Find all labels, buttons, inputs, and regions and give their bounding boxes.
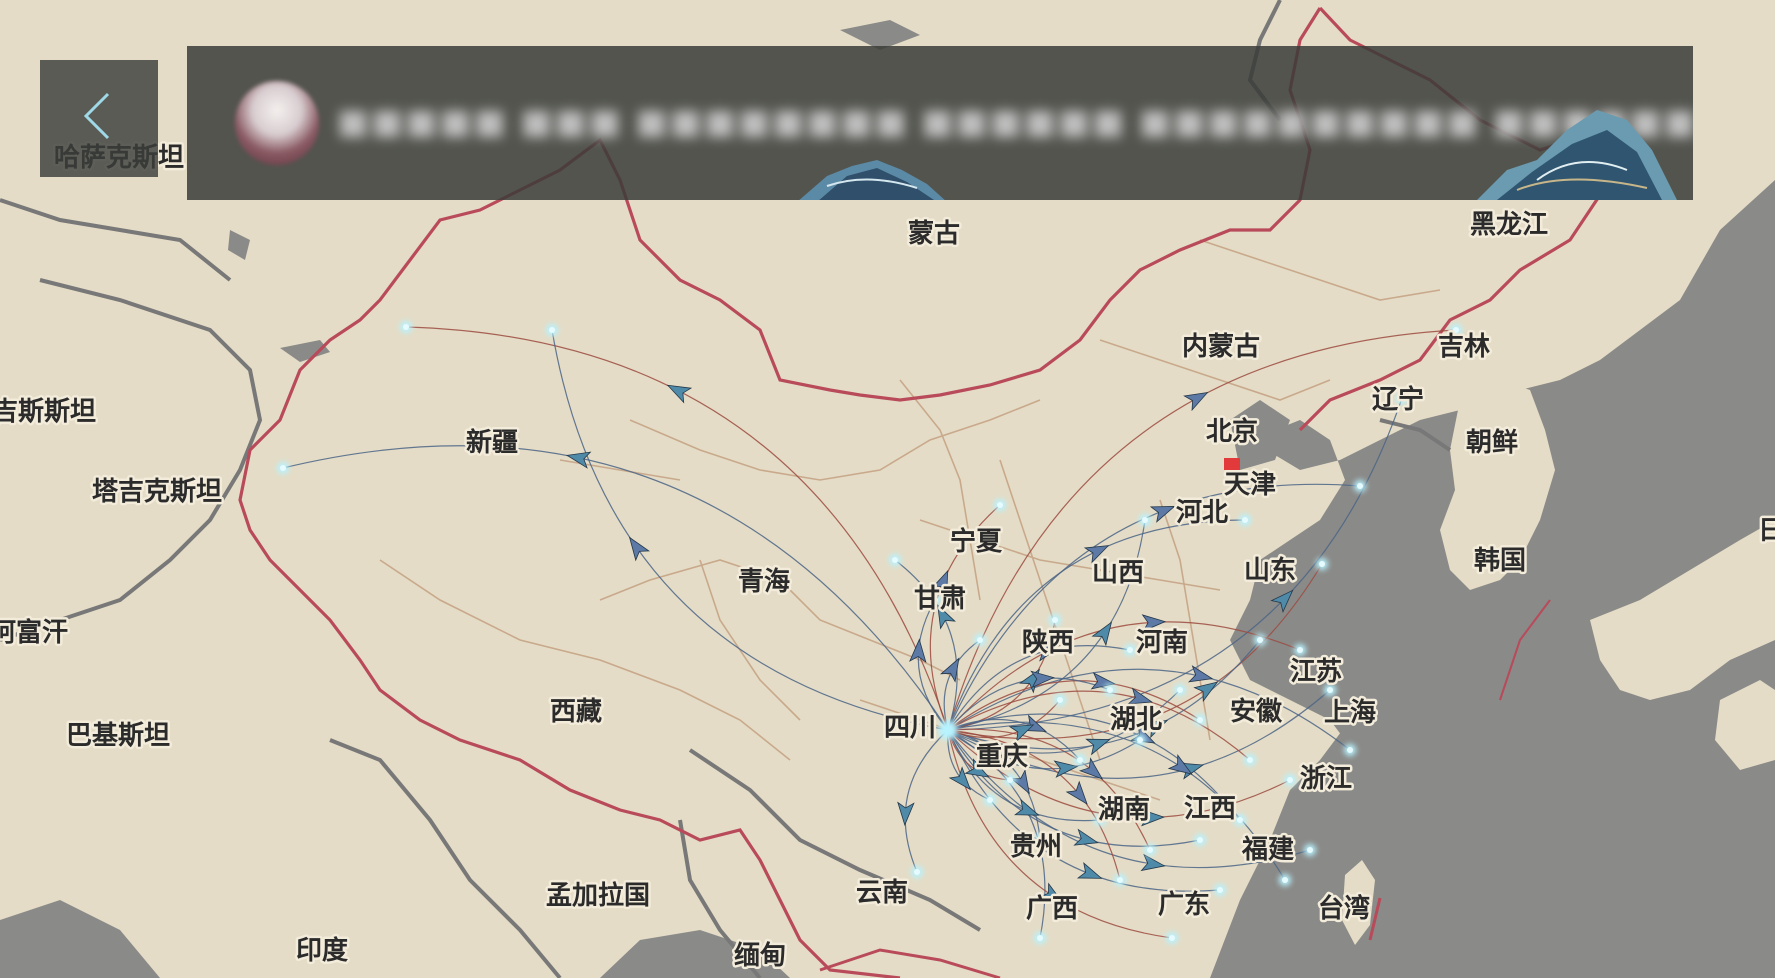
flow-node-core <box>1197 717 1203 723</box>
label-qinghai: 青海 <box>738 567 790 597</box>
flow-node-core <box>1142 517 1148 523</box>
label-tajikistan: 塔吉克斯坦 <box>92 477 222 507</box>
mountain-decoration-right <box>1477 110 1677 200</box>
label-jiangsu: 江苏 <box>1290 657 1342 687</box>
label-taiwan: 台湾 <box>1318 893 1370 924</box>
label-jilin: 吉林 <box>1438 332 1490 362</box>
flow-node-core <box>1257 637 1263 643</box>
capital-marker <box>1224 458 1240 470</box>
flow-node-core <box>1007 777 1013 783</box>
label-guizhou: 贵州 <box>1010 832 1062 862</box>
label-shandong: 山东 <box>1244 555 1296 586</box>
label-japan: 日 <box>1758 516 1775 546</box>
flow-node-core <box>1282 877 1288 883</box>
flow-node-core <box>1037 935 1043 941</box>
label-gansu: 甘肃 <box>914 584 966 614</box>
label-bangladesh: 孟加拉国 <box>546 880 650 911</box>
flow-node-core <box>987 797 993 803</box>
label-xinjiang: 新疆 <box>466 427 518 458</box>
label-shanghai: 上海 <box>1324 698 1376 728</box>
label-yunnan: 云南 <box>856 878 908 908</box>
flow-node-core <box>1217 887 1223 893</box>
flow-node-core <box>1077 757 1083 763</box>
label-tianjin: 天津 <box>1224 470 1276 500</box>
user-avatar[interactable] <box>235 81 319 165</box>
back-button[interactable] <box>40 60 158 177</box>
label-jiangxi: 江西 <box>1184 794 1236 824</box>
flow-node-core <box>1147 847 1153 853</box>
label-pakistan: 巴基斯坦 <box>66 721 170 751</box>
flow-node-core <box>892 557 898 563</box>
label-kyrgyzstan: 吉尔吉斯斯坦 <box>0 396 96 427</box>
header-banner: ■■■■■ ■■■ ■■■■■■■■ ■■■■■■ ■■■■■■■■■■ ■■■… <box>187 46 1693 200</box>
label-beijing: 北京 <box>1206 416 1258 447</box>
flow-node-core <box>1242 517 1248 523</box>
label-fujian: 福建 <box>1241 835 1294 865</box>
flow-node-core <box>1177 687 1183 693</box>
label-chongqing: 重庆 <box>976 741 1028 772</box>
flow-node-core <box>1247 757 1253 763</box>
label-henan: 河南 <box>1136 628 1188 658</box>
flow-node-core <box>1327 687 1333 693</box>
label-inner-mongolia: 内蒙古 <box>1182 332 1260 362</box>
flow-node-core <box>1137 737 1143 743</box>
label-afghanistan: 阿富汗 <box>0 617 68 648</box>
flow-node-core <box>1297 647 1303 653</box>
flow-node-core <box>1052 617 1058 623</box>
flow-node-core <box>1287 777 1293 783</box>
flow-node-core <box>914 869 920 875</box>
flow-node-core <box>549 327 555 333</box>
label-xizang: 西藏 <box>550 697 602 727</box>
label-north-korea: 朝鲜 <box>1466 427 1518 458</box>
label-liaoning: 辽宁 <box>1372 384 1424 415</box>
flow-node-core <box>1357 483 1363 489</box>
flow-node-core <box>1197 837 1203 843</box>
label-heilongjiang: 黑龙江 <box>1470 210 1548 240</box>
label-hunan: 湖南 <box>1098 795 1150 825</box>
label-guangdong: 广东 <box>1158 889 1210 920</box>
label-myanmar: 缅甸 <box>734 940 786 971</box>
flow-node-core <box>1237 817 1243 823</box>
flow-node-core <box>977 637 983 643</box>
flow-origin-node <box>938 720 958 740</box>
label-guangxi: 广西 <box>1026 894 1078 924</box>
label-shaanxi: 陕西 <box>1022 628 1074 658</box>
label-shanxi: 山西 <box>1092 558 1144 588</box>
label-sichuan: 四川 <box>884 713 936 743</box>
flow-node-core <box>997 502 1003 508</box>
flow-node-core <box>1169 935 1175 941</box>
flow-node-core <box>1127 647 1133 653</box>
flow-node-core <box>403 324 409 330</box>
label-south-korea: 韩国 <box>1474 546 1526 576</box>
label-hubei: 湖北 <box>1110 705 1162 735</box>
label-zhejiang: 浙江 <box>1300 764 1352 794</box>
flow-node-core <box>1307 847 1313 853</box>
label-ningxia: 宁夏 <box>950 526 1003 557</box>
label-anhui: 安徽 <box>1230 697 1283 727</box>
blurred-title: ■■■■■ ■■■ ■■■■■■■■ ■■■■■■ ■■■■■■■■■■ ■■■… <box>337 102 1693 142</box>
flow-node-core <box>1057 697 1063 703</box>
chevron-left-icon <box>83 92 110 140</box>
flow-node-core <box>1117 877 1123 883</box>
flow-node-core <box>1347 747 1353 753</box>
label-mongolia: 蒙古 <box>908 219 960 249</box>
flow-node-core <box>1107 687 1113 693</box>
mountain-decoration-left <box>799 160 945 200</box>
flow-node-core <box>1319 561 1325 567</box>
flow-node-core <box>280 465 286 471</box>
label-hebei: 河北 <box>1176 498 1228 528</box>
label-india: 印度 <box>296 935 348 966</box>
